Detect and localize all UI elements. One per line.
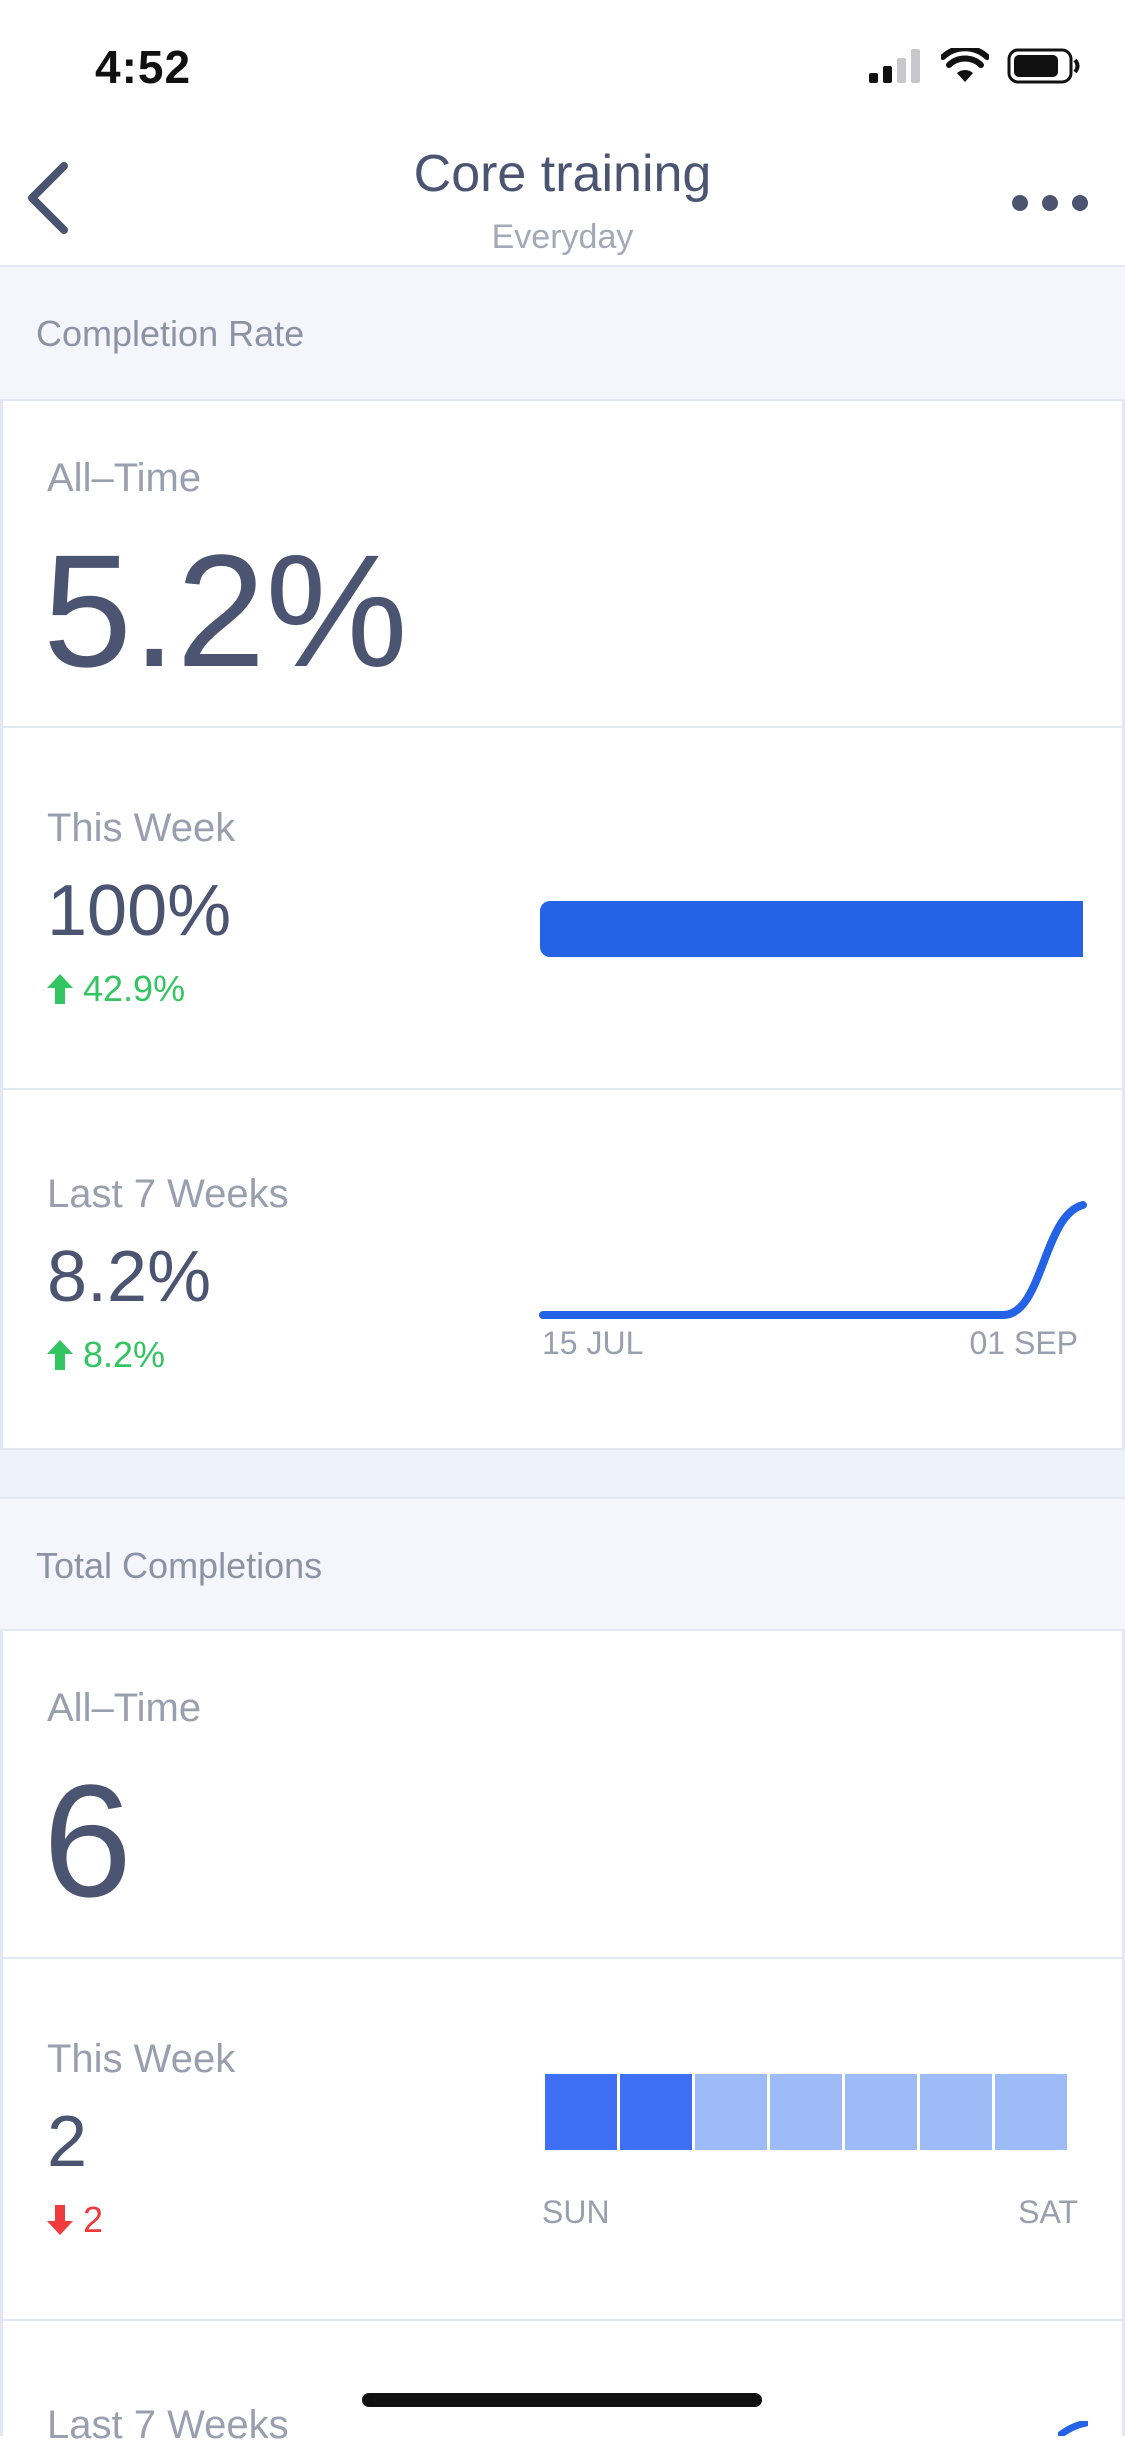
delta-indicator: 8.2% bbox=[47, 1334, 165, 1376]
arrow-up-icon bbox=[47, 974, 73, 1004]
total-completions-all-time-card: All–Time 6 bbox=[0, 1631, 1125, 1959]
arrow-up-icon bbox=[47, 1340, 73, 1370]
week-day-cell bbox=[995, 2074, 1067, 2150]
axis-start-label: SUN bbox=[542, 2194, 610, 2230]
wifi-icon bbox=[941, 48, 989, 82]
total-completions-last-7-weeks-card: Last 7 Weeks bbox=[0, 2321, 1125, 2447]
week-day-cell bbox=[920, 2074, 992, 2150]
completion-rate-all-time-card: All–Time 5.2% bbox=[0, 401, 1125, 728]
page-title: Core training bbox=[413, 145, 712, 203]
axis-end-label: SAT bbox=[1018, 2194, 1078, 2230]
more-dots-icon bbox=[1012, 195, 1088, 211]
card-label: This Week bbox=[47, 806, 236, 850]
axis-start-label: 15 JUL bbox=[542, 1325, 644, 1361]
section-header-total-completions: Total Completions bbox=[0, 1497, 1125, 1631]
card-label: Last 7 Weeks bbox=[47, 1172, 289, 1216]
card-value: 6 bbox=[43, 1751, 132, 1930]
section-header-completion-rate: Completion Rate bbox=[0, 267, 1125, 401]
card-label: This Week bbox=[47, 2037, 236, 2081]
delta-indicator: 42.9% bbox=[47, 968, 185, 1010]
completion-rate-this-week-card: This Week 100% 42.9% bbox=[0, 728, 1125, 1090]
cellular-signal-icon bbox=[869, 49, 920, 83]
battery-icon bbox=[1007, 48, 1080, 84]
status-bar: 4:52 bbox=[0, 0, 1125, 130]
week-day-cell bbox=[770, 2074, 842, 2150]
card-label: Last 7 Weeks bbox=[47, 2403, 289, 2447]
section-title: Completion Rate bbox=[36, 313, 305, 354]
card-value: 5.2% bbox=[43, 521, 408, 700]
card-label: All–Time bbox=[47, 456, 202, 500]
card-value: 8.2% bbox=[47, 1237, 212, 1317]
week-day-cell bbox=[845, 2074, 917, 2150]
section-title: Total Completions bbox=[36, 1545, 323, 1586]
week-day-cell bbox=[620, 2074, 692, 2150]
card-value: 100% bbox=[47, 871, 232, 951]
completion-rate-last-7-weeks-card: Last 7 Weeks 8.2% 8.2% 15 JUL 01 SEP bbox=[0, 1090, 1125, 1450]
week-day-cell bbox=[545, 2074, 617, 2150]
week-day-cell bbox=[695, 2074, 767, 2150]
weekly-rate-bar-track bbox=[540, 901, 1083, 957]
seven-week-trend-line bbox=[1058, 2421, 1088, 2436]
weekly-rate-bar-fill bbox=[540, 901, 1083, 957]
delta-value: 8.2% bbox=[83, 1334, 166, 1375]
home-indicator[interactable] bbox=[362, 2393, 762, 2407]
page-subtitle: Everyday bbox=[491, 218, 634, 256]
axis-end-label: 01 SEP bbox=[969, 1325, 1078, 1361]
seven-week-trend-line bbox=[539, 1201, 1087, 1319]
status-time: 4:52 bbox=[95, 41, 192, 93]
section-gap bbox=[0, 1450, 1125, 1497]
delta-value: 2 bbox=[83, 2199, 104, 2240]
card-value: 2 bbox=[47, 2102, 88, 2182]
more-button[interactable] bbox=[1005, 178, 1095, 228]
delta-value: 42.9% bbox=[83, 968, 186, 1009]
arrow-down-icon bbox=[47, 2205, 73, 2235]
week-day-grid bbox=[545, 2074, 1067, 2150]
status-icons bbox=[869, 48, 1081, 84]
nav-bar: Core training Everyday bbox=[0, 130, 1125, 267]
delta-indicator: 2 bbox=[47, 2199, 103, 2241]
total-completions-this-week-card: This Week 2 2 SUN SAT bbox=[0, 1959, 1125, 2321]
card-label: All–Time bbox=[47, 1686, 202, 1730]
